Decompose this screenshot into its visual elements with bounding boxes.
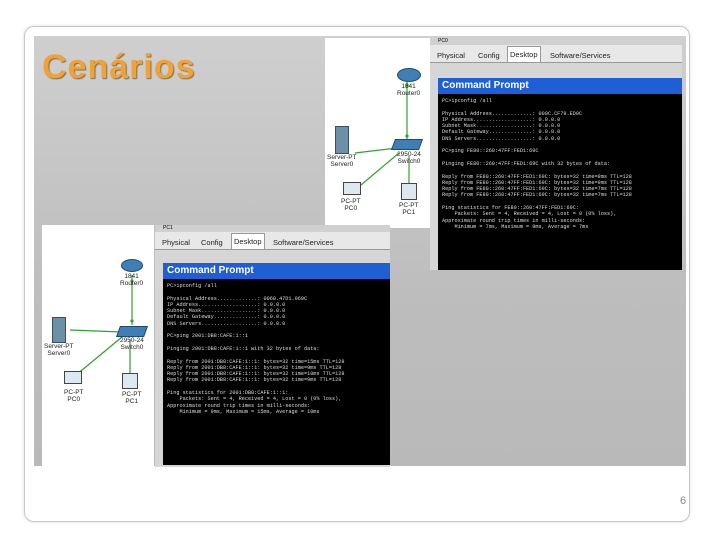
tab-physical[interactable]: Physical — [435, 48, 467, 63]
pc-window-top: PC0 Physical Config Desktop Software/Ser… — [430, 38, 682, 270]
tab-physical[interactable]: Physical — [160, 235, 192, 250]
router-icon[interactable] — [397, 68, 421, 82]
server-label: Server-PT Server0 — [327, 154, 357, 168]
pc1-icon[interactable] — [401, 183, 417, 200]
switch-icon[interactable] — [115, 326, 149, 337]
window-tabs: Physical Config Desktop Software/Service… — [155, 232, 390, 250]
page-number: 6 — [680, 495, 687, 507]
topology-top: 1841 Router0 2950-24 Switch0 Server-PT S… — [325, 38, 430, 228]
tab-config[interactable]: Config — [476, 48, 502, 63]
server-label: Server-PT Server0 — [44, 343, 74, 357]
window-tabs: Physical Config Desktop Software/Service… — [430, 45, 682, 63]
pc0-icon[interactable] — [343, 182, 361, 195]
tab-config[interactable]: Config — [199, 235, 225, 250]
switch-icon[interactable] — [390, 139, 424, 150]
server-icon[interactable] — [52, 317, 66, 343]
pc1-label: PC-PT PC1 — [122, 391, 142, 405]
pc-window-bottom: PC1 Physical Config Desktop Software/Ser… — [155, 225, 390, 467]
pc1-label: PC-PT PC1 — [399, 202, 419, 216]
pc0-label: PC-PT PC0 — [341, 198, 361, 212]
window-titlebar: PC0 — [430, 38, 682, 45]
pc1-icon[interactable] — [122, 373, 138, 389]
command-prompt-output: PC>ipconfig /all Physical Address.......… — [442, 98, 680, 268]
command-prompt-output: PC>ipconfig /all Physical Address.......… — [167, 283, 388, 463]
cmd-line: Minimum = 7ms, Maximum = 9ms, Average = … — [442, 223, 589, 230]
pc0-label: PC-PT PC0 — [64, 389, 84, 403]
cmd-line: Minimum = 9ms, Maximum = 15ms, Average =… — [167, 408, 320, 415]
router-label: 1841 Router0 — [120, 273, 144, 287]
command-prompt-top[interactable]: Command Prompt PC>ipconfig /all Physical… — [438, 78, 682, 270]
switch-label: 2950-24 Switch0 — [397, 151, 421, 165]
window-titlebar: PC1 — [155, 225, 390, 232]
tab-desktop[interactable]: Desktop — [231, 233, 265, 249]
tab-software-services[interactable]: Software/Services — [548, 48, 612, 63]
router-icon[interactable] — [121, 259, 143, 272]
tab-desktop[interactable]: Desktop — [507, 46, 541, 62]
pc0-icon[interactable] — [64, 371, 82, 384]
slide-title: Cenários — [42, 48, 196, 86]
command-prompt-title: Command Prompt — [438, 78, 682, 94]
tab-software-services[interactable]: Software/Services — [271, 235, 335, 250]
topology-bottom: 1841 Router0 2950-24 Switch0 Server-PT S… — [42, 225, 154, 467]
command-prompt-bottom[interactable]: Command Prompt PC>ipconfig /all Physical… — [163, 263, 390, 465]
switch-label: 2950-24 Switch0 — [120, 337, 144, 351]
server-icon[interactable] — [335, 126, 349, 154]
command-prompt-title: Command Prompt — [163, 263, 390, 279]
router-label: 1841 Router0 — [397, 83, 421, 97]
